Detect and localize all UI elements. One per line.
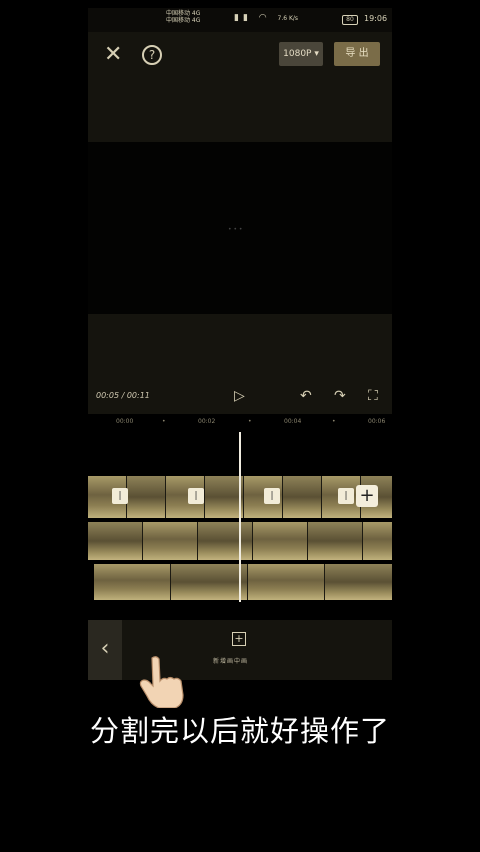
player-controls: 00:05 / 00:11 ▷ ↶ ↷ ⛶ bbox=[88, 314, 392, 414]
fullscreen-icon[interactable]: ⛶ bbox=[368, 388, 378, 404]
carrier-info: 中国移动 4G 中国移动 4G bbox=[166, 10, 200, 24]
signal-icon: ▮▮ bbox=[234, 13, 252, 23]
preview-indicator: • • • bbox=[228, 226, 243, 233]
time-ruler: 00:00 • 00:02 • 00:04 • 00:06 bbox=[88, 414, 392, 430]
play-icon[interactable]: ▷ bbox=[234, 388, 245, 404]
ruler-tick: 00:02 bbox=[198, 418, 216, 425]
split-marker[interactable]: | bbox=[338, 488, 354, 504]
status-time: 19:06 bbox=[364, 14, 388, 23]
add-overlay-label[interactable]: 新增画中画 bbox=[213, 656, 248, 665]
ruler-tick: • bbox=[162, 418, 166, 425]
ruler-tick: 00:00 bbox=[116, 418, 134, 425]
carrier-bottom: 中国移动 4G bbox=[166, 17, 201, 24]
split-marker[interactable]: | bbox=[264, 488, 280, 504]
back-icon[interactable]: ‹ bbox=[88, 620, 122, 680]
help-icon[interactable]: ? bbox=[142, 45, 162, 65]
status-bar: 中国移动 4G 中国移动 4G ▮▮ ◠ 7.6 K/s 80 19:06 bbox=[88, 8, 392, 32]
top-toolbar: ✕ ? 1080P ▾ 导 出 bbox=[88, 32, 392, 142]
split-marker[interactable]: | bbox=[112, 488, 128, 504]
close-icon[interactable]: ✕ bbox=[104, 44, 122, 66]
signal-wifi-icons: ▮▮ ◠ 7.6 K/s bbox=[234, 13, 298, 23]
phone-screen: 中国移动 4G 中国移动 4G ▮▮ ◠ 7.6 K/s 80 19:06 ✕ … bbox=[88, 0, 392, 680]
subtitle-caption: 分割完以后就好操作了 bbox=[89, 714, 390, 748]
battery-icon: 80 bbox=[342, 15, 358, 25]
video-track-3[interactable] bbox=[94, 564, 392, 600]
timecode: 00:05 / 00:11 bbox=[96, 391, 150, 400]
ruler-tick: 00:06 bbox=[368, 418, 386, 425]
ruler-tick: • bbox=[332, 418, 336, 425]
ruler-tick: • bbox=[248, 418, 252, 425]
net-speed: 7.6 K/s bbox=[277, 15, 299, 22]
resolution-dropdown[interactable]: 1080P ▾ bbox=[279, 42, 323, 66]
carrier-top: 中国移动 4G bbox=[166, 10, 201, 17]
add-clip-button[interactable]: + bbox=[356, 485, 378, 507]
split-marker[interactable]: | bbox=[188, 488, 204, 504]
ruler-tick: 00:04 bbox=[284, 418, 302, 425]
playhead[interactable] bbox=[239, 432, 241, 602]
pointing-hand-icon bbox=[139, 656, 184, 708]
redo-icon[interactable]: ↷ bbox=[334, 388, 346, 404]
add-overlay-icon[interactable]: + bbox=[232, 632, 246, 646]
video-preview[interactable]: • • • bbox=[88, 142, 392, 314]
export-button[interactable]: 导 出 bbox=[334, 42, 380, 66]
undo-icon[interactable]: ↶ bbox=[300, 388, 312, 404]
wifi-icon: ◠ bbox=[258, 13, 271, 23]
